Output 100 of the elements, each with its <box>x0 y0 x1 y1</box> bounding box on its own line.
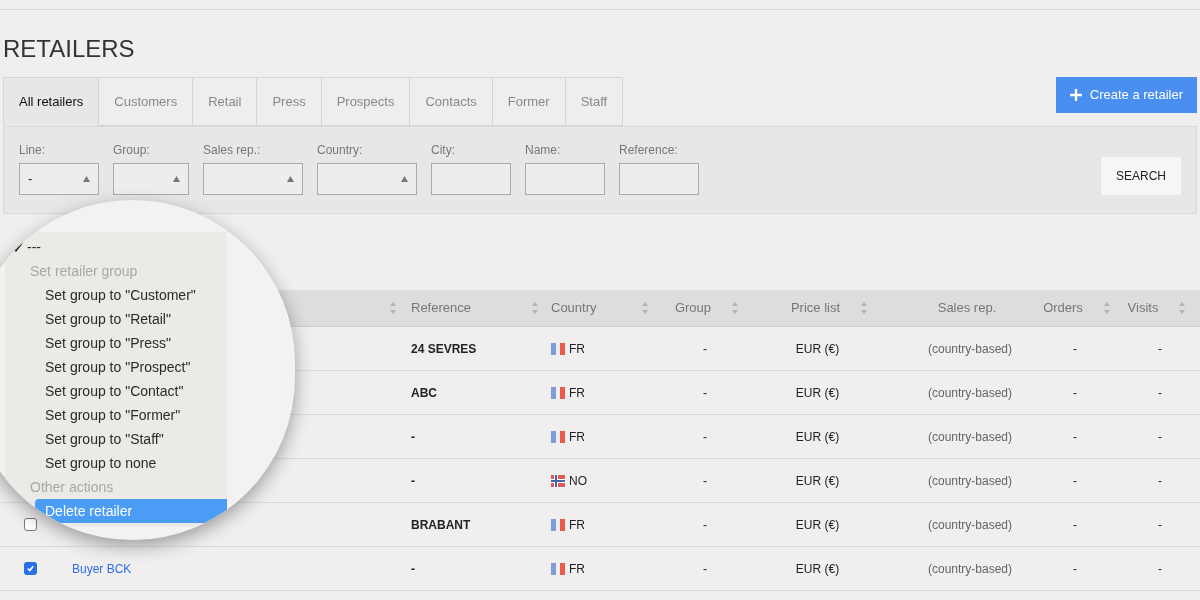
column-header[interactable]: Orders <box>1040 298 1120 318</box>
sort-icon[interactable] <box>731 301 740 315</box>
filter-label: City: <box>431 142 456 157</box>
table-cell-text: (country-based) <box>927 560 1012 578</box>
table-cell-text: - <box>1158 472 1162 490</box>
plus-icon <box>1069 89 1082 101</box>
menu-item[interactable]: Set group to none <box>35 451 227 475</box>
table-cell: - <box>411 473 415 488</box>
tab[interactable]: Retail <box>192 77 258 126</box>
select-field[interactable]: - <box>19 163 99 195</box>
table-cell-text: (country-based) <box>927 472 1012 490</box>
table-cell-text: - <box>1158 516 1162 534</box>
flag-icon <box>551 342 565 355</box>
menu-section-header: Other actions <box>30 477 114 497</box>
column-header[interactable]: Price list <box>765 298 900 318</box>
tab[interactable]: Customers <box>98 77 194 126</box>
table-cell-text: NO <box>569 472 587 490</box>
menu-item[interactable]: Set group to "Retail" <box>35 307 227 331</box>
sort-icon[interactable] <box>1102 301 1111 315</box>
table-cell-text: - <box>1073 340 1077 358</box>
table-cell-text: - <box>1073 560 1077 578</box>
checkmark-icon <box>25 564 35 573</box>
select-field[interactable] <box>317 163 417 195</box>
select-field[interactable] <box>113 163 189 195</box>
tab[interactable]: Staff <box>564 77 624 126</box>
table-cell: - <box>411 561 415 576</box>
menu-item[interactable]: Delete retailer <box>35 499 227 523</box>
table-cell-text: - <box>703 340 707 358</box>
retailer-link[interactable]: Buyer BCK <box>72 561 132 576</box>
table-cell-text: EUR (€) <box>795 560 840 578</box>
page-title: RETAILERS <box>3 34 136 64</box>
table-cell-text: FR <box>569 340 585 358</box>
table-cell-text: (country-based) <box>927 340 1012 358</box>
menu-section-header: Set retailer group <box>30 261 138 281</box>
table-cell-text: - <box>1158 384 1162 402</box>
table-cell-text: - <box>1158 340 1162 358</box>
sort-icon[interactable] <box>531 301 539 315</box>
create-retailer-button[interactable]: Create a retailer <box>1055 77 1197 113</box>
select-value: - <box>28 170 33 189</box>
table-cell-text: - <box>703 560 707 578</box>
filter-label: Name: <box>525 142 562 157</box>
column-header: Sales rep. <box>936 299 998 318</box>
search-button[interactable]: SEARCH <box>1101 157 1181 195</box>
flag-icon <box>551 562 565 575</box>
checkbox[interactable] <box>23 518 37 531</box>
sort-icon[interactable] <box>389 301 397 315</box>
table-cell-text: EUR (€) <box>795 340 840 358</box>
sort-icon[interactable] <box>1178 301 1187 315</box>
table-cell-text: (country-based) <box>927 516 1012 534</box>
column-header[interactable]: Visits <box>1120 298 1200 318</box>
table-cell-text: - <box>1073 384 1077 402</box>
table-cell-text: - <box>703 472 707 490</box>
table-cell-text: - <box>1073 472 1077 490</box>
select-field[interactable] <box>203 163 303 195</box>
tab[interactable]: Prospects <box>320 77 411 126</box>
menu-item[interactable]: Set group to "Prospect" <box>35 355 227 379</box>
text-field[interactable] <box>431 163 511 195</box>
caret-icon <box>401 176 408 182</box>
menu-item[interactable]: Set group to "Customer" <box>35 283 227 307</box>
menu-item[interactable]: Set group to "Former" <box>35 403 227 427</box>
menu-item[interactable]: Set group to "Contact" <box>35 379 227 403</box>
table-cell-text: EUR (€) <box>795 472 840 490</box>
filter-label: Line: <box>19 142 47 157</box>
flag-icon <box>551 386 565 399</box>
table-cell-text: EUR (€) <box>795 384 840 402</box>
menu-item[interactable]: --- <box>10 235 227 259</box>
column-header[interactable]: Country <box>545 298 655 318</box>
menu-item[interactable]: Set group to "Press" <box>35 331 227 355</box>
table-cell-text: - <box>1158 428 1162 446</box>
caret-icon <box>83 176 90 182</box>
table-cell-text: - <box>703 516 707 534</box>
table-cell: BRABANT <box>411 517 471 532</box>
tab[interactable]: Contacts <box>409 77 493 126</box>
table-cell-text: EUR (€) <box>795 516 840 534</box>
sort-icon[interactable] <box>641 301 649 315</box>
table-cell-text: (country-based) <box>927 428 1012 446</box>
filter-label: Sales rep.: <box>203 142 262 157</box>
flag-icon <box>551 430 565 443</box>
table-cell-text: FR <box>569 384 585 402</box>
text-field[interactable] <box>619 163 699 195</box>
filter-label: Group: <box>113 142 151 157</box>
table-cell-text: FR <box>569 428 585 446</box>
table-cell-text: FR <box>569 516 585 534</box>
flag-icon <box>551 518 565 531</box>
sort-icon[interactable] <box>860 301 869 315</box>
table-cell-text: - <box>1073 428 1077 446</box>
table-cell-text: (country-based) <box>927 384 1012 402</box>
column-header[interactable]: Reference <box>405 298 545 318</box>
tab[interactable]: Press <box>256 77 322 126</box>
table-cell: 24 SEVRES <box>411 341 477 356</box>
text-field[interactable] <box>525 163 605 195</box>
table-cell-text: EUR (€) <box>795 428 840 446</box>
menu-item[interactable]: Set group to "Staff" <box>35 427 227 451</box>
flag-icon <box>551 474 565 487</box>
checkbox[interactable] <box>23 562 37 575</box>
tab[interactable]: Former <box>491 77 566 126</box>
filter-label: Country: <box>317 142 364 157</box>
table-cell-text: FR <box>569 560 585 578</box>
tab[interactable]: All retailers <box>3 77 100 126</box>
column-header[interactable]: Group <box>655 298 765 318</box>
